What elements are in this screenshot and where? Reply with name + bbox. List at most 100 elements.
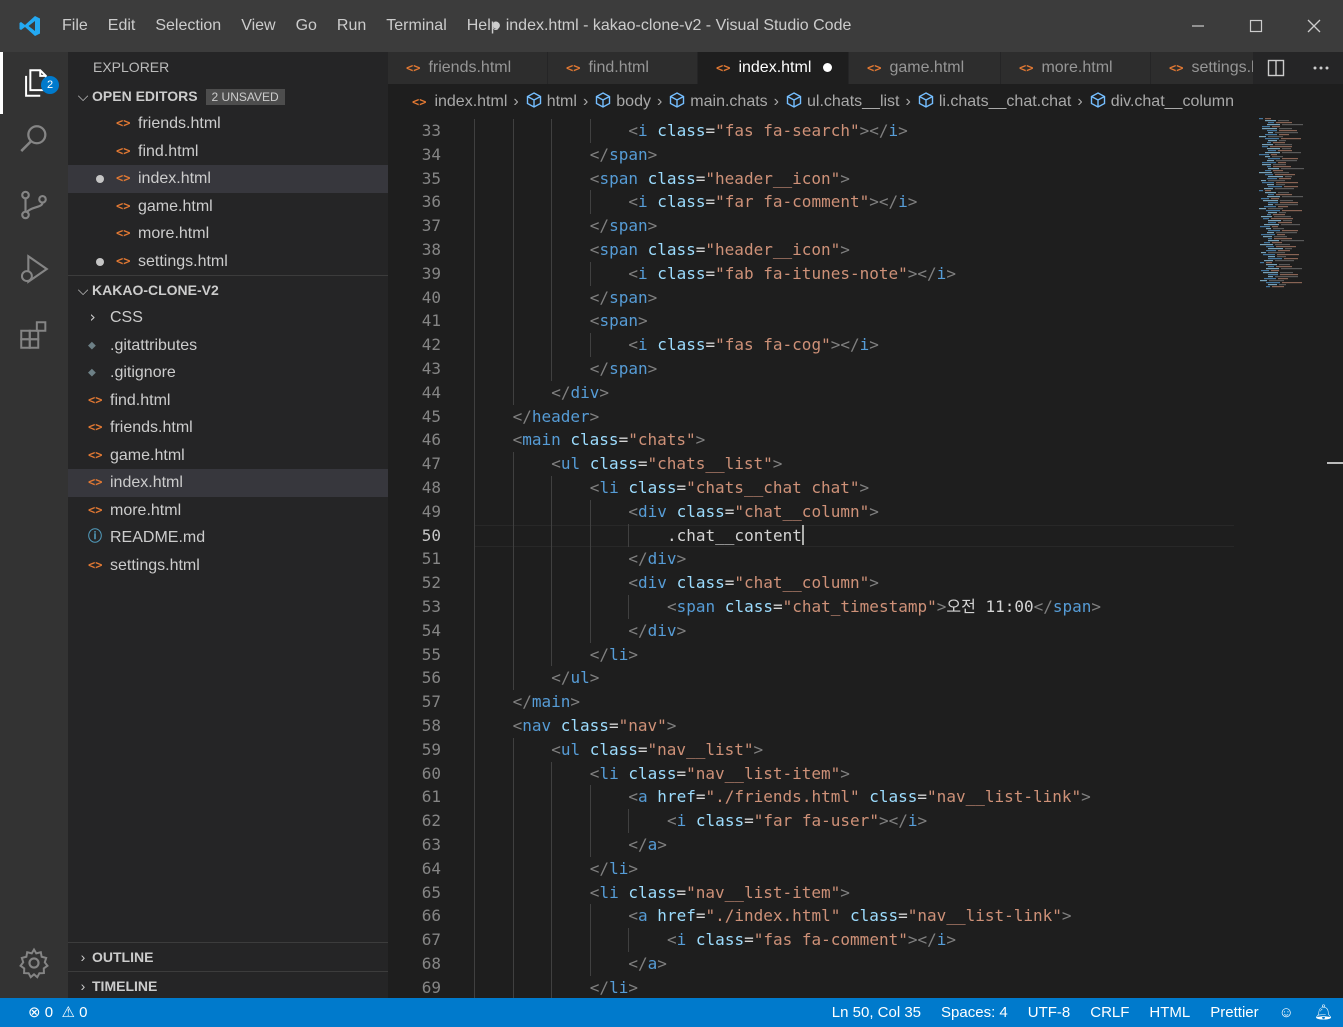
file-tree-item[interactable]: ◆ .gitignore [68,359,388,387]
breadcrumb-item[interactable]: div.chat__column [1111,93,1234,110]
code-line[interactable]: <span> [590,309,648,333]
extensions-activity[interactable] [0,304,68,366]
code-line[interactable]: <span class="header__icon"> [590,238,850,262]
code-line[interactable]: <li class="nav__list-item"> [590,881,850,905]
code-line[interactable]: </span> [590,286,657,310]
code-line[interactable]: </li> [590,857,638,881]
code-line[interactable]: <i class="fas fa-cog"></i> [628,333,879,357]
code-line[interactable]: <a href="./friends.html" class="nav__lis… [628,785,1090,809]
code-line[interactable]: <i class="far fa-comment"></i> [628,190,917,214]
open-editors-section[interactable]: ⌵ OPEN EDITORS 2 UNSAVED [68,82,388,110]
open-editor-item[interactable]: <> game.html [68,193,388,221]
code-editor[interactable]: 33 <i class="fas fa-search"></i> 34 </span>… [388,118,1343,998]
code-line[interactable]: </li> [590,976,638,998]
open-editor-item[interactable]: <> settings.html [68,248,388,276]
menu-item[interactable]: View [231,17,285,35]
close-button[interactable] [1285,0,1343,52]
file-tree-item[interactable]: › CSS [68,304,388,332]
menu-item[interactable]: Help [457,17,510,35]
search-activity[interactable] [0,108,68,170]
file-tree-item[interactable]: <> game.html [68,442,388,470]
code-line[interactable]: </div> [628,619,686,643]
menu-item[interactable]: Selection [145,17,231,35]
code-line[interactable]: <i class="fab fa-itunes-note"></i> [628,262,956,286]
manage-activity[interactable] [0,932,68,994]
tab-friends[interactable]: <> friends.html [388,52,548,84]
file-tree-item[interactable]: <> friends.html [68,414,388,442]
project-section[interactable]: ⌵ KAKAO-CLONE-V2 [68,275,388,304]
problems-indicator[interactable]: ⊗ 0 ⚠ 0 [28,998,87,1027]
tab-index[interactable]: <> index.html [698,52,849,84]
code-line[interactable]: <i class="fas fa-search"></i> [628,119,907,143]
tab-more[interactable]: <> more.html [1001,52,1151,84]
feedback-icon[interactable]: ☺ [1269,998,1304,1027]
source-control-activity[interactable] [0,174,68,236]
breadcrumb-item[interactable]: index.html [434,93,507,110]
modified-dot-icon[interactable] [823,63,833,73]
indentation[interactable]: Spaces: 4 [931,998,1018,1027]
file-tree-item[interactable]: <> settings.html [68,552,388,580]
maximize-button[interactable] [1227,0,1285,52]
code-line[interactable]: </li> [590,643,638,667]
code-line[interactable]: </ul> [551,666,599,690]
tab-game[interactable]: <> game.html [849,52,1001,84]
open-editor-item[interactable]: <> find.html [68,138,388,166]
more-actions-icon[interactable] [1312,59,1330,77]
breadcrumb-item[interactable]: ul.chats__list [807,93,900,110]
open-editor-item[interactable]: <> more.html [68,220,388,248]
code-line[interactable]: <ul class="nav__list"> [551,738,763,762]
code-line[interactable]: </a> [628,952,667,976]
menu-item[interactable]: Go [286,17,327,35]
split-editor-icon[interactable] [1267,59,1285,77]
cursor-position[interactable]: Ln 50, Col 35 [822,998,931,1027]
code-line[interactable]: <ul class="chats__list"> [551,452,782,476]
formatter[interactable]: Prettier [1200,998,1268,1027]
menu-item[interactable]: Edit [98,17,146,35]
menu-item[interactable]: File [52,17,98,35]
breadcrumb-item[interactable]: body [616,93,651,110]
minimap[interactable] [1255,118,1325,298]
file-tree-item[interactable]: <> more.html [68,497,388,525]
code-line[interactable]: </header> [513,405,600,429]
breadcrumb-item[interactable]: li.chats__chat.chat [939,93,1072,110]
timeline-section[interactable]: › TIMELINE [68,971,388,1000]
line-ending[interactable]: CRLF [1080,998,1139,1027]
code-line[interactable]: <nav class="nav"> [513,714,677,738]
code-line[interactable]: </div> [551,381,609,405]
code-line[interactable]: </main> [513,690,580,714]
code-line[interactable]: </span> [590,143,657,167]
open-editor-item[interactable]: <> friends.html [68,110,388,138]
outline-section[interactable]: › OUTLINE [68,942,388,971]
breadcrumb-item[interactable]: html [547,93,577,110]
menu-item[interactable]: Terminal [376,17,456,35]
breadcrumb-item[interactable]: main.chats [690,93,767,110]
code-line[interactable]: .chat__content [667,524,804,548]
code-line[interactable]: <li class="chats__chat chat"> [590,476,869,500]
run-debug-activity[interactable] [0,238,68,300]
code-line[interactable]: </span> [590,214,657,238]
encoding[interactable]: UTF-8 [1018,998,1081,1027]
code-line[interactable]: <li class="nav__list-item"> [590,762,850,786]
menu-item[interactable]: Run [327,17,376,35]
code-line[interactable]: </div> [628,547,686,571]
code-line[interactable]: <i class="far fa-user"></i> [667,809,927,833]
minimize-button[interactable] [1169,0,1227,52]
code-line[interactable]: <main class="chats"> [513,428,706,452]
code-line[interactable]: </span> [590,357,657,381]
language-mode[interactable]: HTML [1139,998,1200,1027]
code-line[interactable]: </a> [628,833,667,857]
file-tree-item[interactable]: ⓘ README.md [68,524,388,552]
code-line[interactable]: <a href="./index.html" class="nav__list-… [628,904,1071,928]
code-line[interactable]: <span class="chat_timestamp">오전 11:00</s… [667,595,1101,619]
code-line[interactable]: <span class="header__icon"> [590,167,850,191]
file-tree-item[interactable]: <> find.html [68,387,388,415]
code-line[interactable]: <div class="chat__column"> [628,500,878,524]
open-editor-item[interactable]: <> index.html [68,165,388,193]
code-line[interactable]: <i class="fas fa-comment"></i> [667,928,956,952]
file-tree-item[interactable]: <> index.html [68,469,388,497]
explorer-activity[interactable]: 2 [0,52,68,114]
tab-find[interactable]: <> find.html [548,52,698,84]
file-tree-item[interactable]: ◆ .gitattributes [68,332,388,360]
scrollbar-indicator[interactable] [1327,462,1343,464]
notifications-icon[interactable]: 🔔︎ [1304,998,1343,1027]
